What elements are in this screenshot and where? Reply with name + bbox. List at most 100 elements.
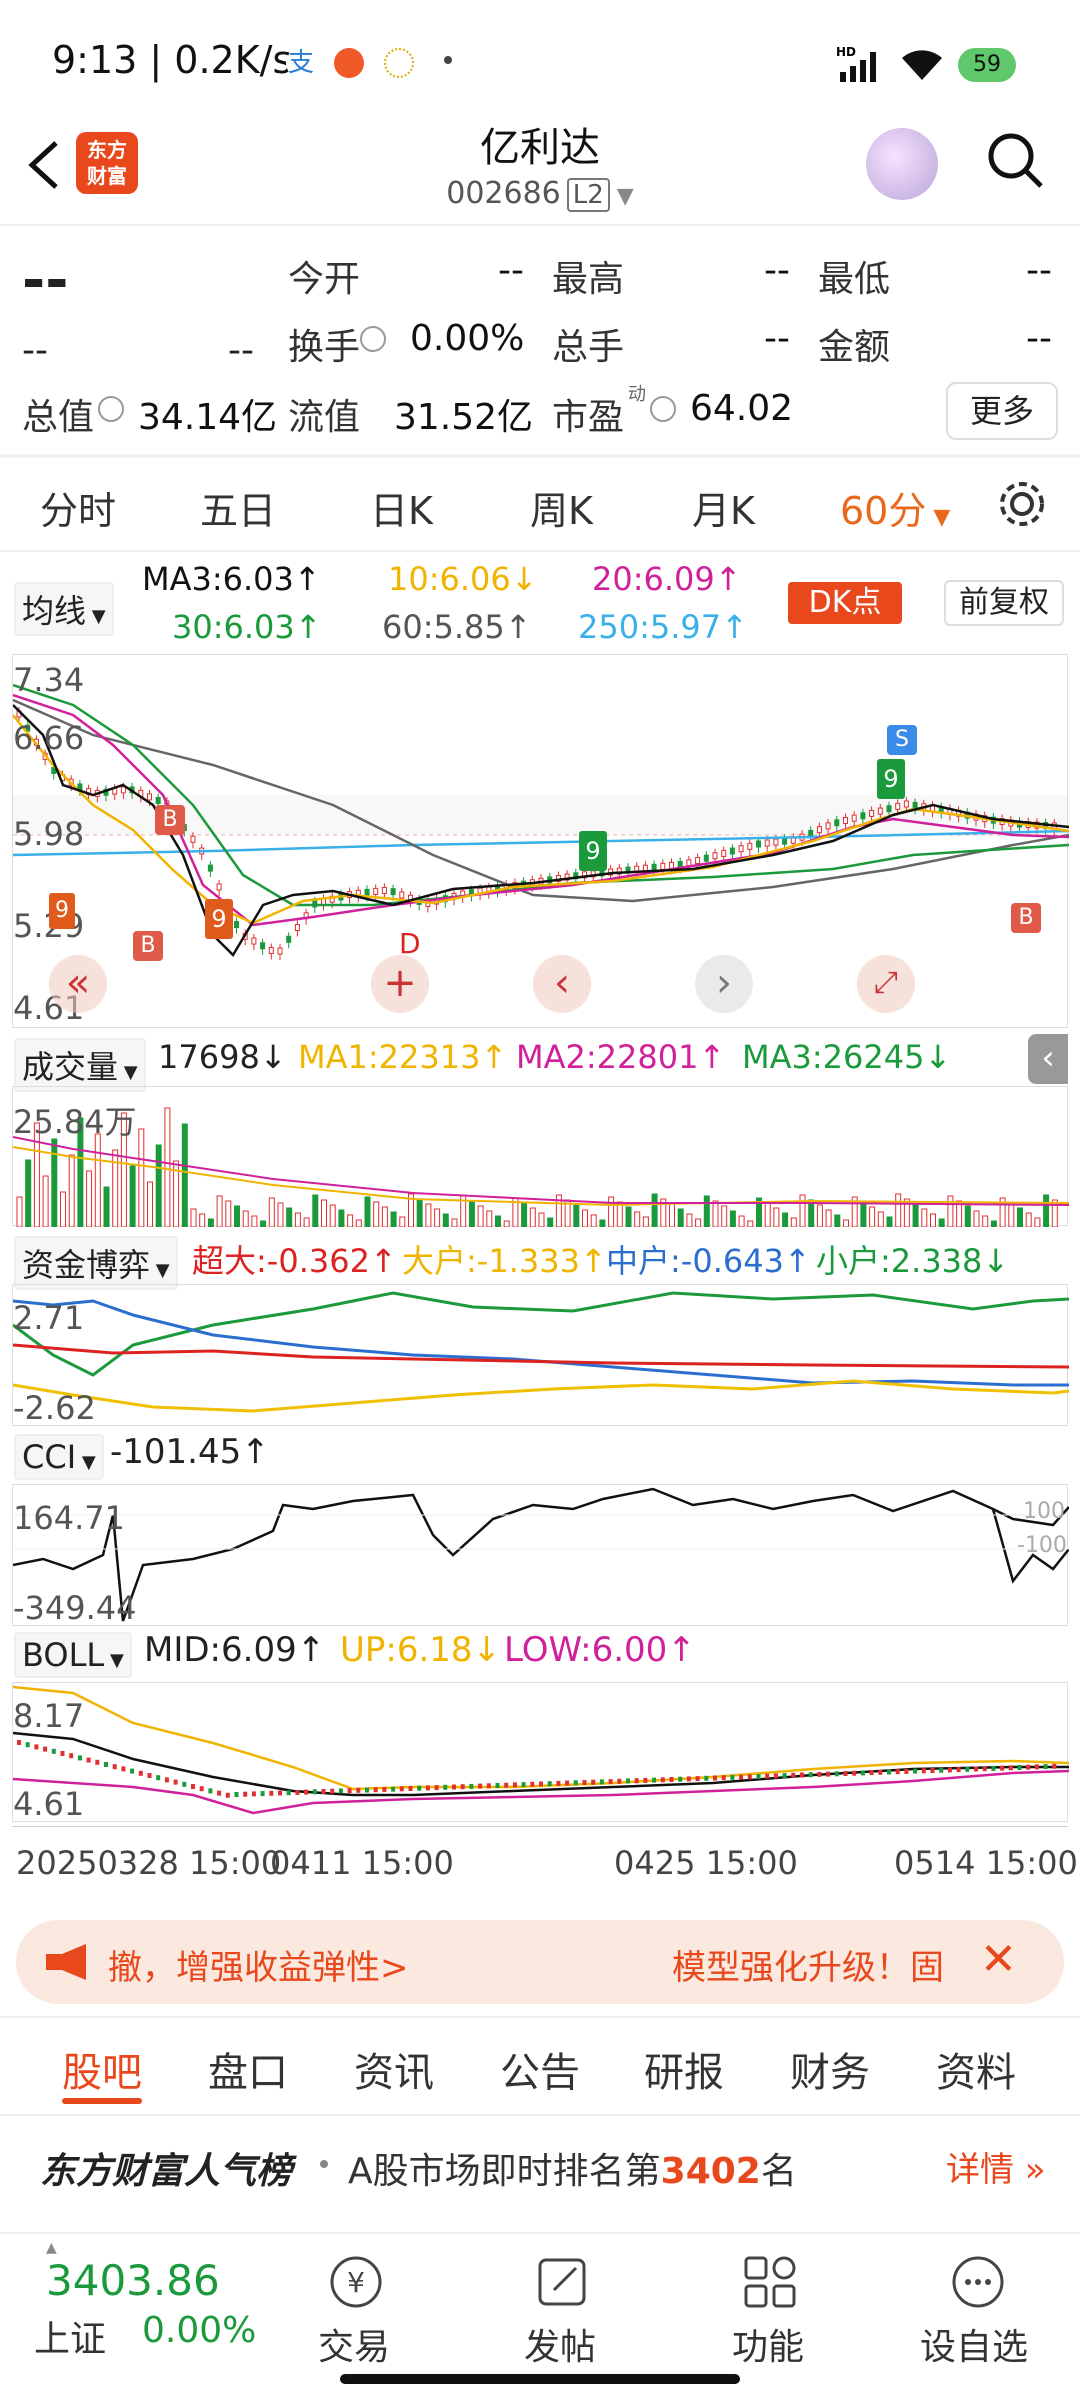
- fullscreen-icon[interactable]: ⤢: [857, 955, 915, 1013]
- volume-bar: [399, 1216, 406, 1227]
- boll-candle: [913, 1768, 918, 1774]
- search-icon[interactable]: [985, 130, 1045, 190]
- volume-bar: [912, 1203, 919, 1227]
- boll-candle: [626, 1778, 630, 1784]
- fund-y-min: -2.62: [13, 1389, 96, 1427]
- boll-candle: [69, 1753, 74, 1759]
- candle-body: [729, 847, 735, 855]
- volume-bar: [642, 1216, 649, 1227]
- tab-announcements[interactable]: 公告: [500, 2040, 580, 2098]
- boll-candle: [669, 1777, 674, 1782]
- boll-candle: [730, 1774, 735, 1780]
- more-button[interactable]: 更多: [946, 382, 1058, 440]
- tab-news[interactable]: 资讯: [354, 2040, 434, 2098]
- boll-candle: [260, 1791, 265, 1797]
- buy-marker[interactable]: B: [133, 931, 163, 961]
- close-icon[interactable]: ✕: [980, 1934, 1017, 1985]
- volume-selector[interactable]: 成交量 ▼: [14, 1038, 146, 1092]
- dk-point-button[interactable]: DK点: [788, 582, 902, 624]
- float-label: 流值: [288, 397, 361, 438]
- ma-selector[interactable]: 均线 ▼: [14, 582, 114, 636]
- nav-trade-label[interactable]: 交易: [318, 2318, 390, 2370]
- boll-candle: [895, 1769, 900, 1775]
- tab-profile[interactable]: 资料: [936, 2040, 1016, 2098]
- boll-candle: [373, 1787, 378, 1793]
- kline-chart-panel[interactable]: 7.34 6.66 5.98 5.29 4.61 B B B S 9 9 9 9…: [12, 654, 1069, 1028]
- ma250-value: 250:5.97↑: [578, 608, 748, 646]
- tab-pankou[interactable]: 盘口: [208, 2040, 288, 2098]
- nav-add-watchlist-label[interactable]: 设自选: [920, 2318, 1028, 2370]
- tab-guba[interactable]: 股吧: [62, 2040, 142, 2098]
- tab-research[interactable]: 研报: [644, 2040, 724, 2098]
- collapse-panel-icon[interactable]: ‹: [1028, 1034, 1068, 1084]
- svg-text:¥: ¥: [347, 2266, 365, 2299]
- fund-large: 大户:-1.333↑: [402, 1242, 607, 1280]
- zoom-in-icon[interactable]: +: [371, 955, 429, 1013]
- caret-down-icon: ▼: [926, 505, 951, 530]
- boll-candle: [939, 1767, 944, 1773]
- volume-bar: [947, 1195, 954, 1227]
- volume-bar: [321, 1199, 327, 1227]
- tab-five-day[interactable]: 五日: [200, 480, 276, 535]
- index-name[interactable]: 上证: [34, 2310, 106, 2362]
- volume-bar: [468, 1200, 475, 1227]
- boll-candle: [1017, 1765, 1022, 1770]
- adjust-mode-button[interactable]: 前复权: [944, 580, 1064, 626]
- scroll-left-fast-icon[interactable]: «: [49, 955, 107, 1013]
- ai-assistant-robot-icon[interactable]: [866, 128, 938, 200]
- buy-marker[interactable]: B: [155, 805, 185, 835]
- trade-icon[interactable]: ¥: [326, 2252, 386, 2312]
- scroll-left-icon[interactable]: ‹: [533, 955, 591, 1013]
- boll-candle: [382, 1786, 387, 1792]
- nav-post-label[interactable]: 发帖: [524, 2318, 596, 2370]
- info-icon[interactable]: [360, 326, 386, 352]
- rank-details-link[interactable]: 详情 »: [946, 2142, 1046, 2191]
- volume-bar: [773, 1207, 780, 1227]
- active-tab-indicator: [62, 2098, 142, 2104]
- candle-body: [268, 946, 274, 954]
- volume-bar: [747, 1220, 754, 1227]
- volume-bar: [1034, 1217, 1041, 1227]
- promo-banner[interactable]: 撤，增强收益弹性> 模型强化升级！固 ✕: [16, 1920, 1064, 2004]
- signal-icon: HD: [836, 45, 876, 82]
- volume-bar: [1025, 1212, 1032, 1227]
- volume-bar: [260, 1220, 267, 1227]
- boll-candle: [860, 1770, 865, 1776]
- tab-monthly-k[interactable]: 月K: [692, 480, 755, 535]
- index-value[interactable]: 3403.86: [46, 2256, 220, 2305]
- boll-candle: [991, 1765, 996, 1771]
- time-axis-2: 0411 15:00: [270, 1844, 454, 1882]
- volume-bar: [16, 1196, 23, 1227]
- popularity-rank-bar[interactable]: 东方财富人气榜 A股市场即时排名第3402名 详情 »: [0, 2120, 1080, 2210]
- volume-bar: [329, 1204, 336, 1227]
- tab-intraday[interactable]: 分时: [40, 480, 116, 535]
- tab-60min[interactable]: 60分 ▼: [840, 480, 950, 535]
- more-dots-icon[interactable]: [948, 2252, 1008, 2312]
- tab-weekly-k[interactable]: 周K: [530, 480, 593, 535]
- boll-candle: [295, 1789, 300, 1795]
- boll-candle: [765, 1773, 770, 1779]
- cci-selector[interactable]: CCI ▼: [14, 1434, 104, 1480]
- functions-grid-icon[interactable]: [740, 2252, 800, 2312]
- volume-bar: [843, 1219, 849, 1227]
- tab-daily-k[interactable]: 日K: [370, 480, 433, 535]
- settings-gear-icon[interactable]: [996, 478, 1048, 530]
- boll-selector[interactable]: BOLL ▼: [14, 1632, 132, 1678]
- sell-marker[interactable]: S: [887, 725, 917, 755]
- candle-body: [364, 888, 370, 896]
- info-icon[interactable]: [650, 396, 676, 422]
- nav-functions-label[interactable]: 功能: [732, 2318, 804, 2370]
- open-label: 今开: [288, 259, 361, 300]
- scroll-right-icon[interactable]: ›: [695, 955, 753, 1013]
- volume-bar: [729, 1210, 736, 1227]
- time-axis-3: 0425 15:00: [614, 1844, 798, 1882]
- boll-mid: MID:6.09↑: [144, 1630, 326, 1670]
- post-edit-icon[interactable]: [532, 2252, 592, 2312]
- tab-finance[interactable]: 财务: [790, 2040, 870, 2098]
- candle-body: [207, 864, 213, 872]
- info-icon[interactable]: [98, 396, 124, 422]
- volume-bar: [60, 1191, 66, 1227]
- fund-selector[interactable]: 资金博弈 ▼: [14, 1236, 178, 1290]
- buy-marker[interactable]: B: [1011, 903, 1041, 933]
- current-price: --: [22, 248, 69, 313]
